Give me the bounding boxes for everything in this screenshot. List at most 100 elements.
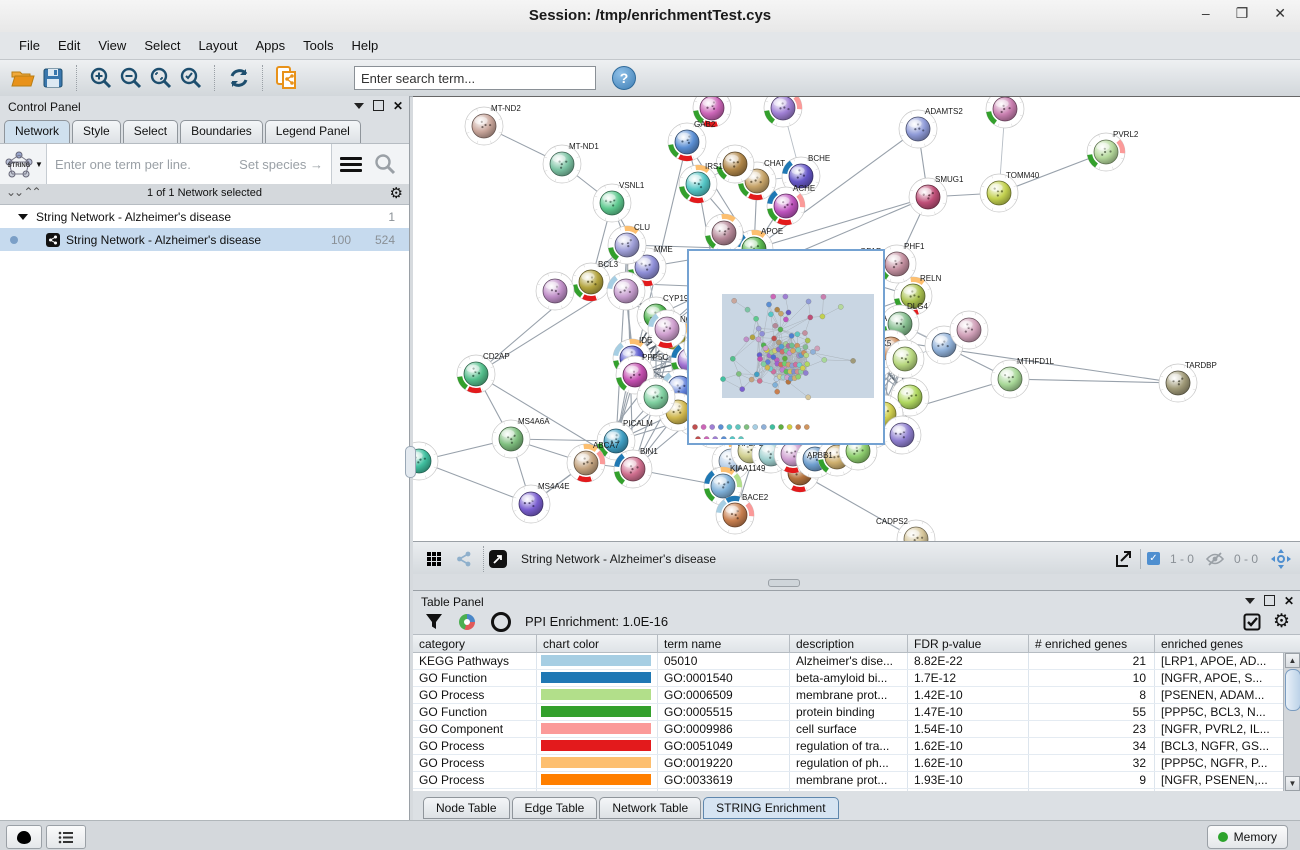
tab-node-table[interactable]: Node Table [423, 797, 510, 819]
column-header[interactable]: chart color [537, 635, 658, 652]
hidden-items-icon[interactable] [1206, 552, 1224, 566]
float-panel-icon[interactable] [373, 100, 384, 111]
tab-network-table[interactable]: Network Table [599, 797, 701, 819]
panel-splitter-handle[interactable] [405, 446, 416, 478]
birds-eye-view[interactable] [687, 249, 885, 445]
memory-button[interactable]: Memory [1207, 825, 1288, 849]
string-search-icon[interactable] [374, 153, 396, 175]
network-node[interactable] [764, 97, 802, 127]
control-panel-tabs: NetworkStyleSelectBoundariesLegend Panel [4, 120, 361, 143]
selected-nodes-icon[interactable]: ✓ [1147, 552, 1160, 565]
close-button[interactable]: ✕ [1274, 5, 1286, 22]
menu-layout[interactable]: Layout [189, 35, 246, 56]
task-history-button[interactable] [46, 825, 86, 849]
network-node[interactable] [637, 378, 675, 416]
table-panel-menu-icon[interactable] [1245, 598, 1255, 604]
zoom-selected-icon[interactable] [176, 64, 206, 92]
table-row[interactable]: GO FunctionGO:0001540beta-amyloid bi...1… [413, 670, 1283, 687]
zoom-in-icon[interactable] [86, 64, 116, 92]
network-node[interactable] [950, 311, 988, 349]
help-icon[interactable]: ? [612, 66, 636, 90]
column-header[interactable]: category [413, 635, 537, 652]
string-term-input[interactable]: Enter one term per line. Set species → [46, 144, 332, 184]
tab-string-enrichment[interactable]: STRING Enrichment [703, 797, 838, 819]
tab-boundaries[interactable]: Boundaries [180, 120, 263, 143]
string-dropdown-caret[interactable]: ▼ [35, 160, 43, 169]
maximize-button[interactable]: ❐ [1236, 5, 1249, 22]
ring-chart-icon[interactable] [491, 612, 511, 632]
network-node[interactable] [536, 272, 574, 310]
table-float-icon[interactable] [1264, 595, 1275, 606]
table-row[interactable]: KEGG Pathways05010Alzheimer's dise...8.8… [413, 653, 1283, 670]
scroll-thumb[interactable] [1285, 669, 1300, 711]
scroll-up-icon[interactable]: ▲ [1285, 653, 1300, 668]
table-row[interactable]: GO FunctionGO:0005515protein binding1.47… [413, 704, 1283, 721]
pie-chart-icon[interactable] [459, 614, 475, 630]
network-node[interactable] [413, 442, 438, 480]
panel-menu-icon[interactable] [354, 103, 364, 109]
network-row-selected[interactable]: String Network - Alzheimer's disease 100… [0, 228, 409, 251]
table-row[interactable]: GO ComponentGO:0009986cell surface1.54E-… [413, 721, 1283, 738]
fit-selected-icon[interactable] [1270, 548, 1292, 570]
table-row[interactable]: GO ProcessGO:0019220regulation of ph...1… [413, 755, 1283, 772]
string-app-icon[interactable]: STRING [4, 151, 34, 179]
open-in-browser-icon[interactable] [489, 550, 507, 568]
string-network-icon [46, 233, 60, 247]
share-view-icon[interactable] [449, 545, 479, 573]
welcome-screen-button[interactable] [6, 825, 42, 849]
menu-file[interactable]: File [10, 35, 49, 56]
network-node[interactable] [986, 97, 1024, 128]
column-header[interactable]: description [790, 635, 908, 652]
table-close-icon[interactable]: ✕ [1284, 596, 1294, 606]
node-label: CHAT [764, 159, 785, 168]
select-columns-icon[interactable] [1243, 613, 1261, 631]
table-scrollbar[interactable]: ▲ ▼ [1283, 653, 1300, 791]
tab-legend-panel[interactable]: Legend Panel [265, 120, 361, 143]
close-panel-icon[interactable]: ✕ [393, 101, 403, 111]
table-row[interactable]: GO ProcessGO:0006509membrane prot...1.42… [413, 687, 1283, 704]
column-header[interactable]: enriched genes [1155, 635, 1283, 652]
network-collection-row[interactable]: String Network - Alzheimer's disease 1 [0, 205, 409, 228]
node-label: CADPS2 [876, 517, 909, 526]
table-row[interactable]: GO ProcessGO:0033619membrane prot...1.93… [413, 772, 1283, 789]
network-node[interactable] [705, 214, 743, 252]
network-node[interactable] [607, 272, 645, 310]
tab-edge-table[interactable]: Edge Table [512, 797, 598, 819]
string-options-icon[interactable] [340, 153, 362, 175]
column-header[interactable]: FDR p-value [908, 635, 1029, 652]
scroll-down-icon[interactable]: ▼ [1285, 776, 1300, 791]
enrichment-settings-icon[interactable]: ⚙ [1273, 614, 1290, 629]
column-header[interactable]: term name [658, 635, 790, 652]
menu-view[interactable]: View [89, 35, 135, 56]
save-session-icon[interactable] [38, 64, 68, 92]
selection-status: 1 of 1 Network selected [0, 187, 409, 199]
menu-help[interactable]: Help [343, 35, 388, 56]
menu-select[interactable]: Select [135, 35, 189, 56]
collection-expand-icon[interactable] [18, 214, 28, 220]
search-input[interactable] [354, 66, 596, 90]
minimize-button[interactable]: – [1202, 5, 1210, 22]
menu-apps[interactable]: Apps [247, 35, 295, 56]
network-node[interactable] [886, 340, 924, 378]
column-header[interactable]: # enriched genes [1029, 635, 1155, 652]
table-row[interactable]: GO ProcessGO:0051049regulation of tra...… [413, 738, 1283, 755]
open-session-icon[interactable] [8, 64, 38, 92]
grid-view-icon[interactable] [419, 545, 449, 573]
tab-network[interactable]: Network [4, 120, 70, 143]
tab-style[interactable]: Style [72, 120, 121, 143]
network-node[interactable] [883, 416, 921, 454]
set-species-hint[interactable]: Set species → [239, 157, 323, 172]
filter-icon[interactable] [425, 613, 443, 631]
chart-color-swatch [541, 757, 651, 768]
horizontal-splitter[interactable] [413, 574, 1300, 590]
tab-select[interactable]: Select [123, 120, 178, 143]
refresh-icon[interactable] [224, 64, 254, 92]
menu-edit[interactable]: Edit [49, 35, 89, 56]
table-row[interactable]: GO ProcessGO:0050435beta-amyloid m...2.0… [413, 789, 1283, 791]
export-network-icon[interactable] [1114, 549, 1134, 569]
network-from-clipboard-icon[interactable] [272, 64, 302, 92]
menu-tools[interactable]: Tools [294, 35, 342, 56]
zoom-out-icon[interactable] [116, 64, 146, 92]
zoom-fit-icon[interactable] [146, 64, 176, 92]
network-panel-gear-icon[interactable]: ⚙ [390, 186, 403, 201]
